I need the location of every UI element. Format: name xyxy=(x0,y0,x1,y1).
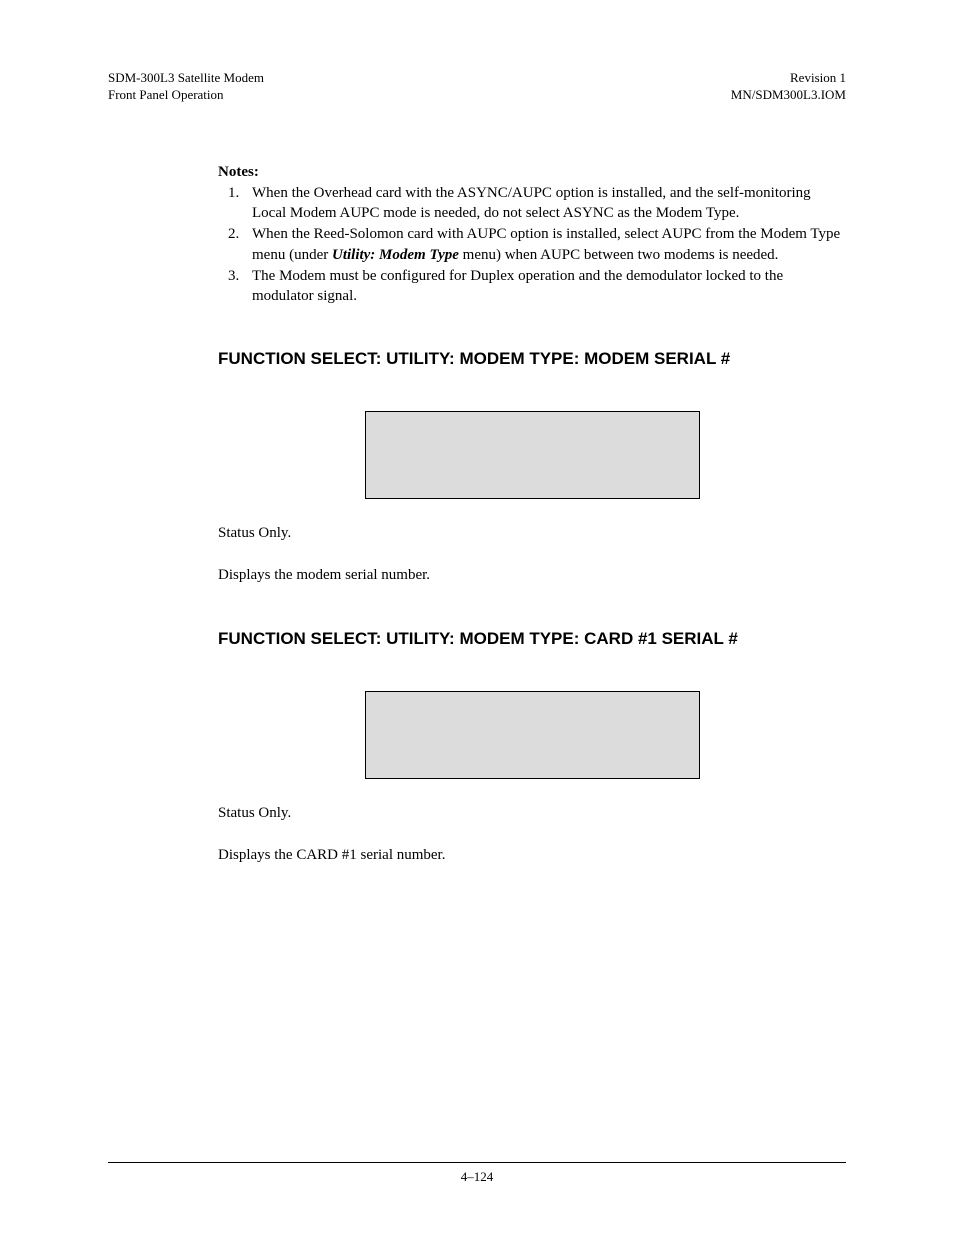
header-docnum: MN/SDM300L3.IOM xyxy=(731,87,846,104)
display-screen-box xyxy=(365,691,700,779)
notes-list: 1. When the Overhead card with the ASYNC… xyxy=(218,183,846,307)
note-item: 2. When the Reed-Solomon card with AUPC … xyxy=(252,224,846,265)
header-left: SDM-300L3 Satellite Modem Front Panel Op… xyxy=(108,70,264,104)
note-number: 1. xyxy=(228,183,239,203)
header-revision: Revision 1 xyxy=(731,70,846,87)
note-text: The Modem must be configured for Duplex … xyxy=(252,268,783,304)
page-header: SDM-300L3 Satellite Modem Front Panel Op… xyxy=(108,70,846,104)
status-text: Status Only. xyxy=(218,523,846,543)
note-item: 3. The Modem must be configured for Dupl… xyxy=(252,266,846,307)
note-item: 1. When the Overhead card with the ASYNC… xyxy=(252,183,846,224)
note-number: 3. xyxy=(228,266,239,286)
header-right: Revision 1 MN/SDM300L3.IOM xyxy=(731,70,846,104)
note-number: 2. xyxy=(228,224,239,244)
note-text-after: menu) when AUPC between two modems is ne… xyxy=(459,247,779,263)
page-content: Notes: 1. When the Overhead card with th… xyxy=(218,164,846,865)
notes-heading: Notes: xyxy=(218,164,846,181)
description-text: Displays the modem serial number. xyxy=(218,565,846,585)
section-heading-modem-serial: FUNCTION SELECT: UTILITY: MODEM TYPE: MO… xyxy=(218,348,846,371)
display-screen-box xyxy=(365,411,700,499)
footer-rule xyxy=(108,1162,846,1163)
description-text: Displays the CARD #1 serial number. xyxy=(218,845,846,865)
header-product: SDM-300L3 Satellite Modem xyxy=(108,70,264,87)
note-emphasis: Utility: Modem Type xyxy=(332,247,459,263)
section-heading-card1-serial: FUNCTION SELECT: UTILITY: MODEM TYPE: CA… xyxy=(218,628,846,651)
header-section: Front Panel Operation xyxy=(108,87,264,104)
note-text: When the Overhead card with the ASYNC/AU… xyxy=(252,185,811,221)
status-text: Status Only. xyxy=(218,803,846,823)
page-footer: 4–124 xyxy=(108,1162,846,1185)
page-number: 4–124 xyxy=(108,1169,846,1185)
